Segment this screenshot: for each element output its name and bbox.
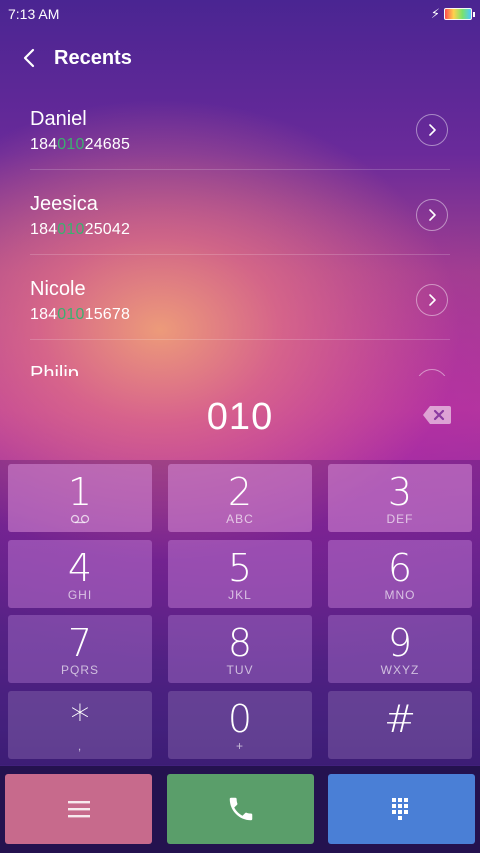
contact-detail-button[interactable] xyxy=(416,369,448,376)
key-letters: , xyxy=(77,739,83,753)
key-digit: 3 xyxy=(387,470,413,514)
contact-number: 18401025042 xyxy=(30,221,130,239)
key-digit: # xyxy=(384,697,416,741)
dial-keypad: 1 2 ABC 3 DEF 4 GHI 5 JKL 6 MNO 7 PQRS 8… xyxy=(0,460,480,765)
key-letters: MNO xyxy=(384,588,416,602)
battery-icon xyxy=(444,8,475,20)
backspace-icon xyxy=(423,406,451,424)
dialer-action-bar xyxy=(0,766,480,853)
number-prefix: 184 xyxy=(30,306,58,323)
contact-name: Jeesica xyxy=(30,193,98,215)
contact-detail-button[interactable] xyxy=(416,199,448,231)
key-hash[interactable]: # xyxy=(328,691,472,759)
dialed-number: 010 xyxy=(206,395,274,438)
dialpad-toggle-button[interactable] xyxy=(328,774,475,844)
key-digit: 9 xyxy=(387,621,413,665)
key-letters: DEF xyxy=(386,512,414,526)
contact-name: Nicole xyxy=(30,278,86,300)
bolt-icon: ⚡ xyxy=(430,6,440,21)
call-button[interactable] xyxy=(167,774,314,844)
back-button[interactable] xyxy=(16,45,42,71)
row-divider xyxy=(30,339,450,340)
key-digit: 5 xyxy=(227,546,253,590)
key-digit: 6 xyxy=(387,546,413,590)
key-8[interactable]: 8 TUV xyxy=(168,615,312,683)
chevron-right-icon xyxy=(429,294,436,306)
contact-name: Daniel xyxy=(30,108,87,130)
contact-number: 18401024685 xyxy=(30,136,130,154)
page-title: Recents xyxy=(54,46,132,69)
voicemail-icon xyxy=(70,514,90,524)
recent-contact-row[interactable]: Nicole 18401015678 xyxy=(30,256,450,340)
key-letters: GHI xyxy=(67,588,93,602)
key-letters: ABC xyxy=(226,512,254,526)
recent-contact-row[interactable]: Daniel 18401024685 xyxy=(30,86,450,170)
status-time: 7:13 AM xyxy=(8,6,60,22)
contact-detail-button[interactable] xyxy=(416,114,448,146)
contact-number: 18401015678 xyxy=(30,306,130,324)
key-letters: JKL xyxy=(228,588,252,602)
number-prefix: 184 xyxy=(30,221,58,238)
contact-name: Philip xyxy=(30,363,79,376)
menu-button[interactable] xyxy=(5,774,152,844)
key-digit: 0 xyxy=(227,697,253,741)
phone-icon xyxy=(229,797,252,821)
key-digit: 8 xyxy=(227,621,253,665)
number-match-highlight: 010 xyxy=(57,306,85,323)
number-prefix: 184 xyxy=(30,136,58,153)
dialed-number-display: 010 xyxy=(0,384,480,450)
key-star[interactable]: * , xyxy=(8,691,152,759)
number-suffix: 25042 xyxy=(84,221,131,238)
row-divider xyxy=(30,169,450,170)
key-3[interactable]: 3 DEF xyxy=(328,464,472,532)
chevron-right-icon xyxy=(429,209,436,221)
key-7[interactable]: 7 PQRS xyxy=(8,615,152,683)
key-letters: TUV xyxy=(226,663,254,677)
key-letters: WXYZ xyxy=(380,663,420,677)
number-suffix: 24685 xyxy=(84,136,131,153)
menu-icon xyxy=(67,801,90,818)
number-match-highlight: 010 xyxy=(57,136,85,153)
key-digit: 2 xyxy=(227,470,253,514)
recents-list[interactable]: Daniel 18401024685 Jeesica 18401025042 N… xyxy=(0,86,480,376)
number-match-highlight: 010 xyxy=(57,221,85,238)
status-bar: 7:13 AM ⚡ xyxy=(0,0,480,28)
key-6[interactable]: 6 MNO xyxy=(328,540,472,608)
key-9[interactable]: 9 WXYZ xyxy=(328,615,472,683)
chevron-left-icon xyxy=(23,48,35,68)
row-divider xyxy=(30,254,450,255)
key-letters: PQRS xyxy=(60,663,99,677)
dialpad-icon xyxy=(391,798,408,820)
key-5[interactable]: 5 JKL xyxy=(168,540,312,608)
app-header: Recents xyxy=(0,36,480,80)
key-1[interactable]: 1 xyxy=(8,464,152,532)
key-0[interactable]: 0 + xyxy=(168,691,312,759)
key-4[interactable]: 4 GHI xyxy=(8,540,152,608)
contact-detail-button[interactable] xyxy=(416,284,448,316)
number-suffix: 15678 xyxy=(84,306,131,323)
recent-contact-row[interactable]: Jeesica 18401025042 xyxy=(30,171,450,255)
key-2[interactable]: 2 ABC xyxy=(168,464,312,532)
key-digit: 4 xyxy=(67,546,93,590)
recent-contact-row[interactable]: Philip xyxy=(30,341,450,376)
key-digit: 1 xyxy=(67,470,93,514)
chevron-right-icon xyxy=(429,124,436,136)
key-digit: 7 xyxy=(67,621,93,665)
key-digit: * xyxy=(70,697,90,741)
backspace-button[interactable] xyxy=(422,404,452,426)
key-letters: + xyxy=(235,739,244,753)
